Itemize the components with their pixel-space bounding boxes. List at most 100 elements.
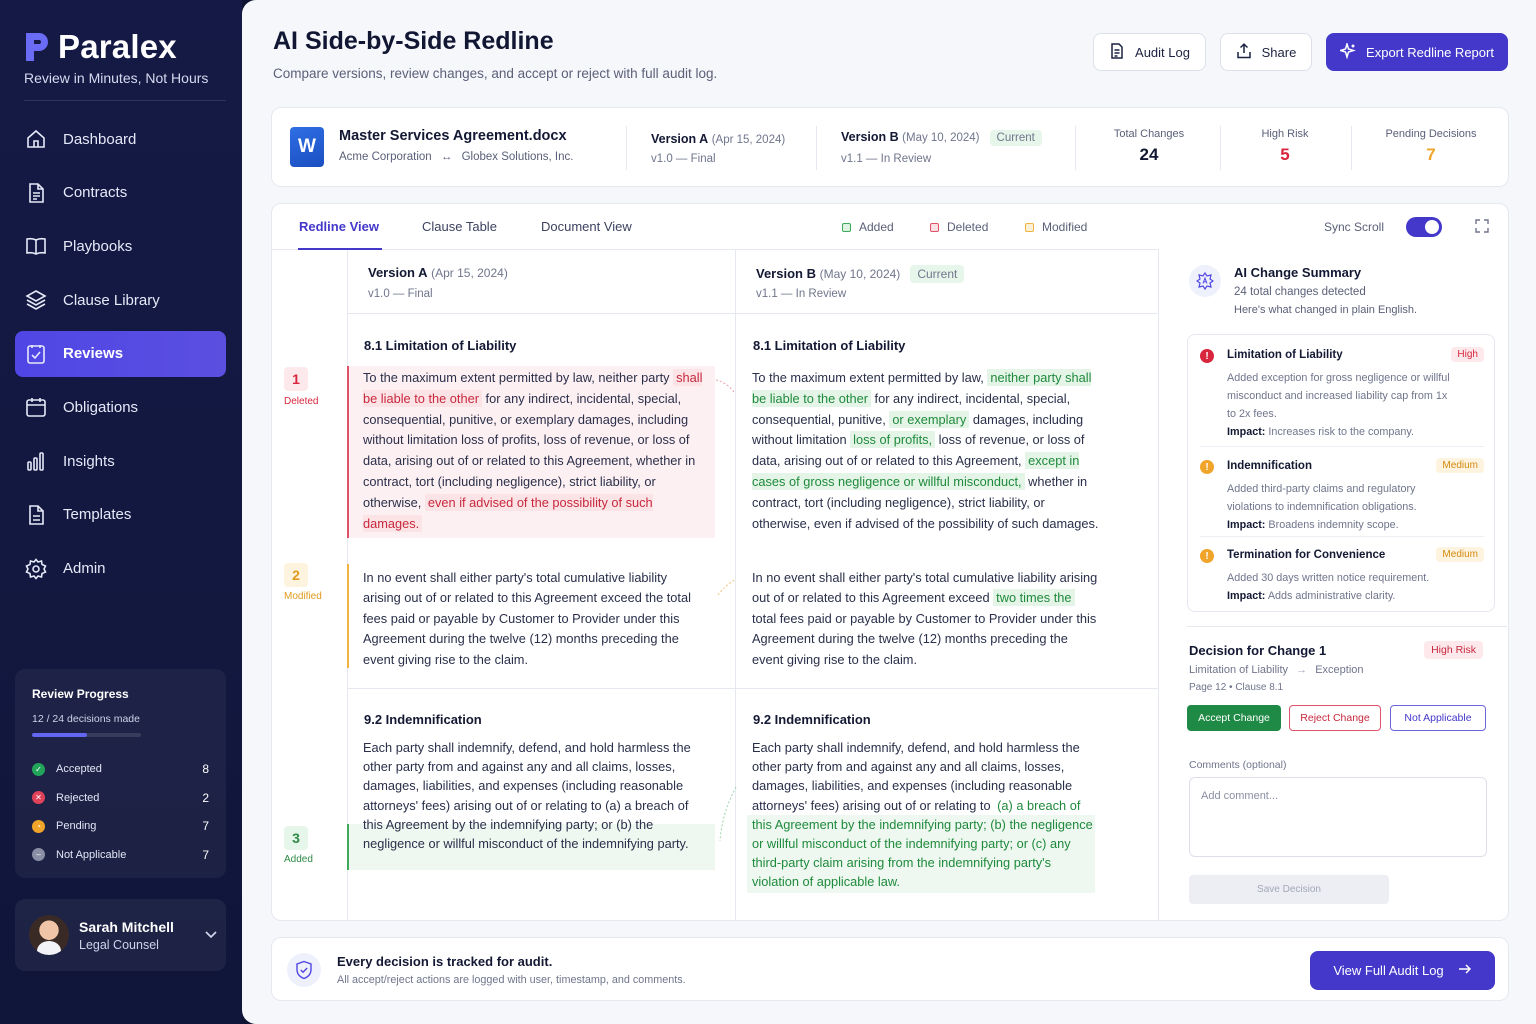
summary-item-termination[interactable]: ! Termination for Convenience Medium Add… [1200, 547, 1484, 609]
audit-title: Every decision is tracked for audit. [337, 954, 553, 969]
user-menu[interactable]: Sarah Mitchell Legal Counsel [15, 899, 226, 971]
redline-compare: Version A (Apr 15, 2024) v1.0 — Final Ve… [272, 250, 1159, 920]
sidebar-item-clause-library[interactable]: Clause Library [15, 277, 226, 323]
divider [626, 126, 627, 170]
section-heading: 9.2 Indemnification [753, 712, 871, 727]
progress-row-not-applicable: – Not Applicable 7 [32, 841, 209, 870]
section-heading: 8.1 Limitation of Liability [364, 338, 517, 353]
tab-redline-view[interactable]: Redline View [299, 219, 379, 234]
sidebar-item-label: Contracts [63, 184, 128, 202]
comments-label: Comments (optional) [1189, 759, 1287, 771]
stat-value: 24 [1139, 145, 1159, 164]
sidebar-item-contracts[interactable]: Contracts [15, 170, 226, 216]
clause-text-a-9-2[interactable]: Each party shall indemnify, defend, and … [363, 738, 703, 853]
decision-path-from: Limitation of Liability [1189, 664, 1289, 676]
decision-path-to: Exception [1315, 664, 1364, 676]
sidebar-item-obligations[interactable]: Obligations [15, 384, 226, 430]
version-a-column-header: Version A (Apr 15, 2024) v1.0 — Final [347, 250, 735, 314]
stat-value: 5 [1280, 145, 1290, 164]
progress-row-rejected: ✕ Rejected 2 [32, 784, 209, 813]
impact-label: Impact: [1227, 590, 1266, 602]
sidebar-item-label: Playbooks [63, 237, 133, 255]
chevron-down-icon[interactable] [196, 931, 226, 939]
bar-chart-icon [25, 450, 47, 472]
change-number-1[interactable]: 1 [284, 367, 308, 391]
accept-change-button[interactable]: Accept Change [1187, 705, 1281, 731]
version-a-title: Version A (Apr 15, 2024) [651, 132, 785, 146]
sidebar-item-reviews[interactable]: Reviews [15, 330, 226, 377]
minus-circle-icon: – [32, 848, 45, 862]
summary-title: AI Change Summary [1234, 265, 1362, 280]
review-progress-card: Review Progress 12 / 24 decisions made ✓… [15, 669, 226, 878]
clause-text-a-cap[interactable]: In no event shall either party's total c… [363, 568, 693, 670]
layers-icon [25, 289, 47, 311]
view-tabs: Redline View Clause Table Document View … [272, 204, 1159, 250]
sidebar-item-playbooks[interactable]: Playbooks [15, 223, 226, 269]
comment-input[interactable]: Add comment... [1189, 777, 1487, 857]
modified-block [347, 564, 349, 668]
tab-clause-table[interactable]: Clause Table [422, 219, 497, 234]
clause-text: for any indirect, incidental, special, c… [363, 390, 696, 510]
progress-bar-fill [32, 733, 87, 737]
brand-name: Paralex [58, 28, 177, 65]
sidebar-item-insights[interactable]: Insights [15, 438, 226, 484]
summary-item-limitation[interactable]: ! Limitation of Liability High Added exc… [1200, 347, 1484, 445]
version-a-date: (Apr 15, 2024) [711, 134, 786, 146]
risk-badge: Medium [1436, 547, 1484, 562]
sidebar-item-label: Reviews [63, 345, 124, 363]
impact-text: Increases risk to the company. [1268, 426, 1415, 438]
version-b-sub: v1.1 — In Review [756, 288, 847, 300]
x-circle-icon: ✕ [32, 791, 45, 805]
sync-scroll-toggle[interactable] [1406, 217, 1442, 237]
share-button[interactable]: Share [1220, 33, 1312, 71]
clause-text-b-cap[interactable]: In no event shall either party's total c… [752, 568, 1102, 670]
clause-text-a-8-1[interactable]: To the maximum extent permitted by law, … [363, 368, 715, 534]
version-b-label: Version B [841, 130, 899, 144]
divider [1158, 250, 1159, 920]
connector-line [717, 578, 737, 596]
sidebar-nav: Dashboard Contracts Playbooks Clause Lib… [15, 116, 226, 599]
view-full-audit-log-button[interactable]: View Full Audit Log [1310, 951, 1495, 990]
calendar-icon [25, 396, 47, 418]
not-applicable-button[interactable]: Not Applicable [1390, 705, 1486, 731]
save-decision-button[interactable]: Save Decision [1189, 875, 1389, 904]
clause-text: To the maximum extent permitted by law, [752, 370, 988, 385]
risk-badge: Medium [1436, 458, 1484, 473]
divider [1075, 126, 1076, 170]
added-text: loss of profits, [850, 431, 936, 449]
check-square-icon [25, 343, 47, 365]
version-a-sub: v1.0 — Final [651, 153, 716, 165]
alert-circle-icon: ! [1200, 460, 1214, 474]
change-label-modified: Modified [284, 591, 322, 602]
expand-icon[interactable] [1475, 219, 1489, 238]
sidebar-item-label: Clause Library [63, 291, 160, 309]
version-b-column-header: Version B (May 10, 2024) Current v1.1 — I… [735, 250, 1159, 314]
sidebar-item-label: Templates [63, 506, 132, 524]
divider [816, 126, 817, 170]
sidebar-item-dashboard[interactable]: Dashboard [15, 116, 226, 162]
summary-item-desc: Added 30 days written notice requirement… [1227, 569, 1451, 605]
audit-subtitle: All accept/reject actions are logged wit… [337, 974, 686, 986]
export-redline-report-button[interactable]: Export Redline Report [1326, 33, 1508, 71]
added-text: two times the [993, 589, 1075, 607]
audit-button-label: View Full Audit Log [1333, 963, 1444, 978]
legend-modified: Modified [1025, 220, 1087, 234]
clause-text-b-9-2[interactable]: Each party shall indemnify, defend, and … [752, 738, 1097, 892]
ai-sparkle-icon [1189, 265, 1221, 297]
redline-panel: Redline View Clause Table Document View … [271, 203, 1509, 921]
version-a-date: (Apr 15, 2024) [431, 266, 508, 280]
sidebar-item-admin[interactable]: Admin [15, 546, 226, 592]
summary-item-indemnification[interactable]: ! Indemnification Medium Added third-par… [1200, 458, 1484, 536]
audit-log-button[interactable]: Audit Log [1093, 33, 1206, 71]
sidebar-item-templates[interactable]: Templates [15, 492, 226, 538]
brand[interactable]: Paralex [24, 28, 177, 66]
reject-change-button[interactable]: Reject Change [1289, 705, 1381, 731]
version-b-label: Version B [756, 266, 816, 281]
tab-document-view[interactable]: Document View [541, 219, 632, 234]
change-number-2[interactable]: 2 [284, 563, 308, 587]
legend-label: Modified [1042, 220, 1088, 234]
change-number-3[interactable]: 3 [284, 826, 308, 850]
clause-text: total fees paid or payable by Customer t… [752, 610, 1097, 667]
audit-log-label: Audit Log [1135, 44, 1190, 60]
clause-text-b-8-1[interactable]: To the maximum extent permitted by law, … [752, 368, 1102, 534]
